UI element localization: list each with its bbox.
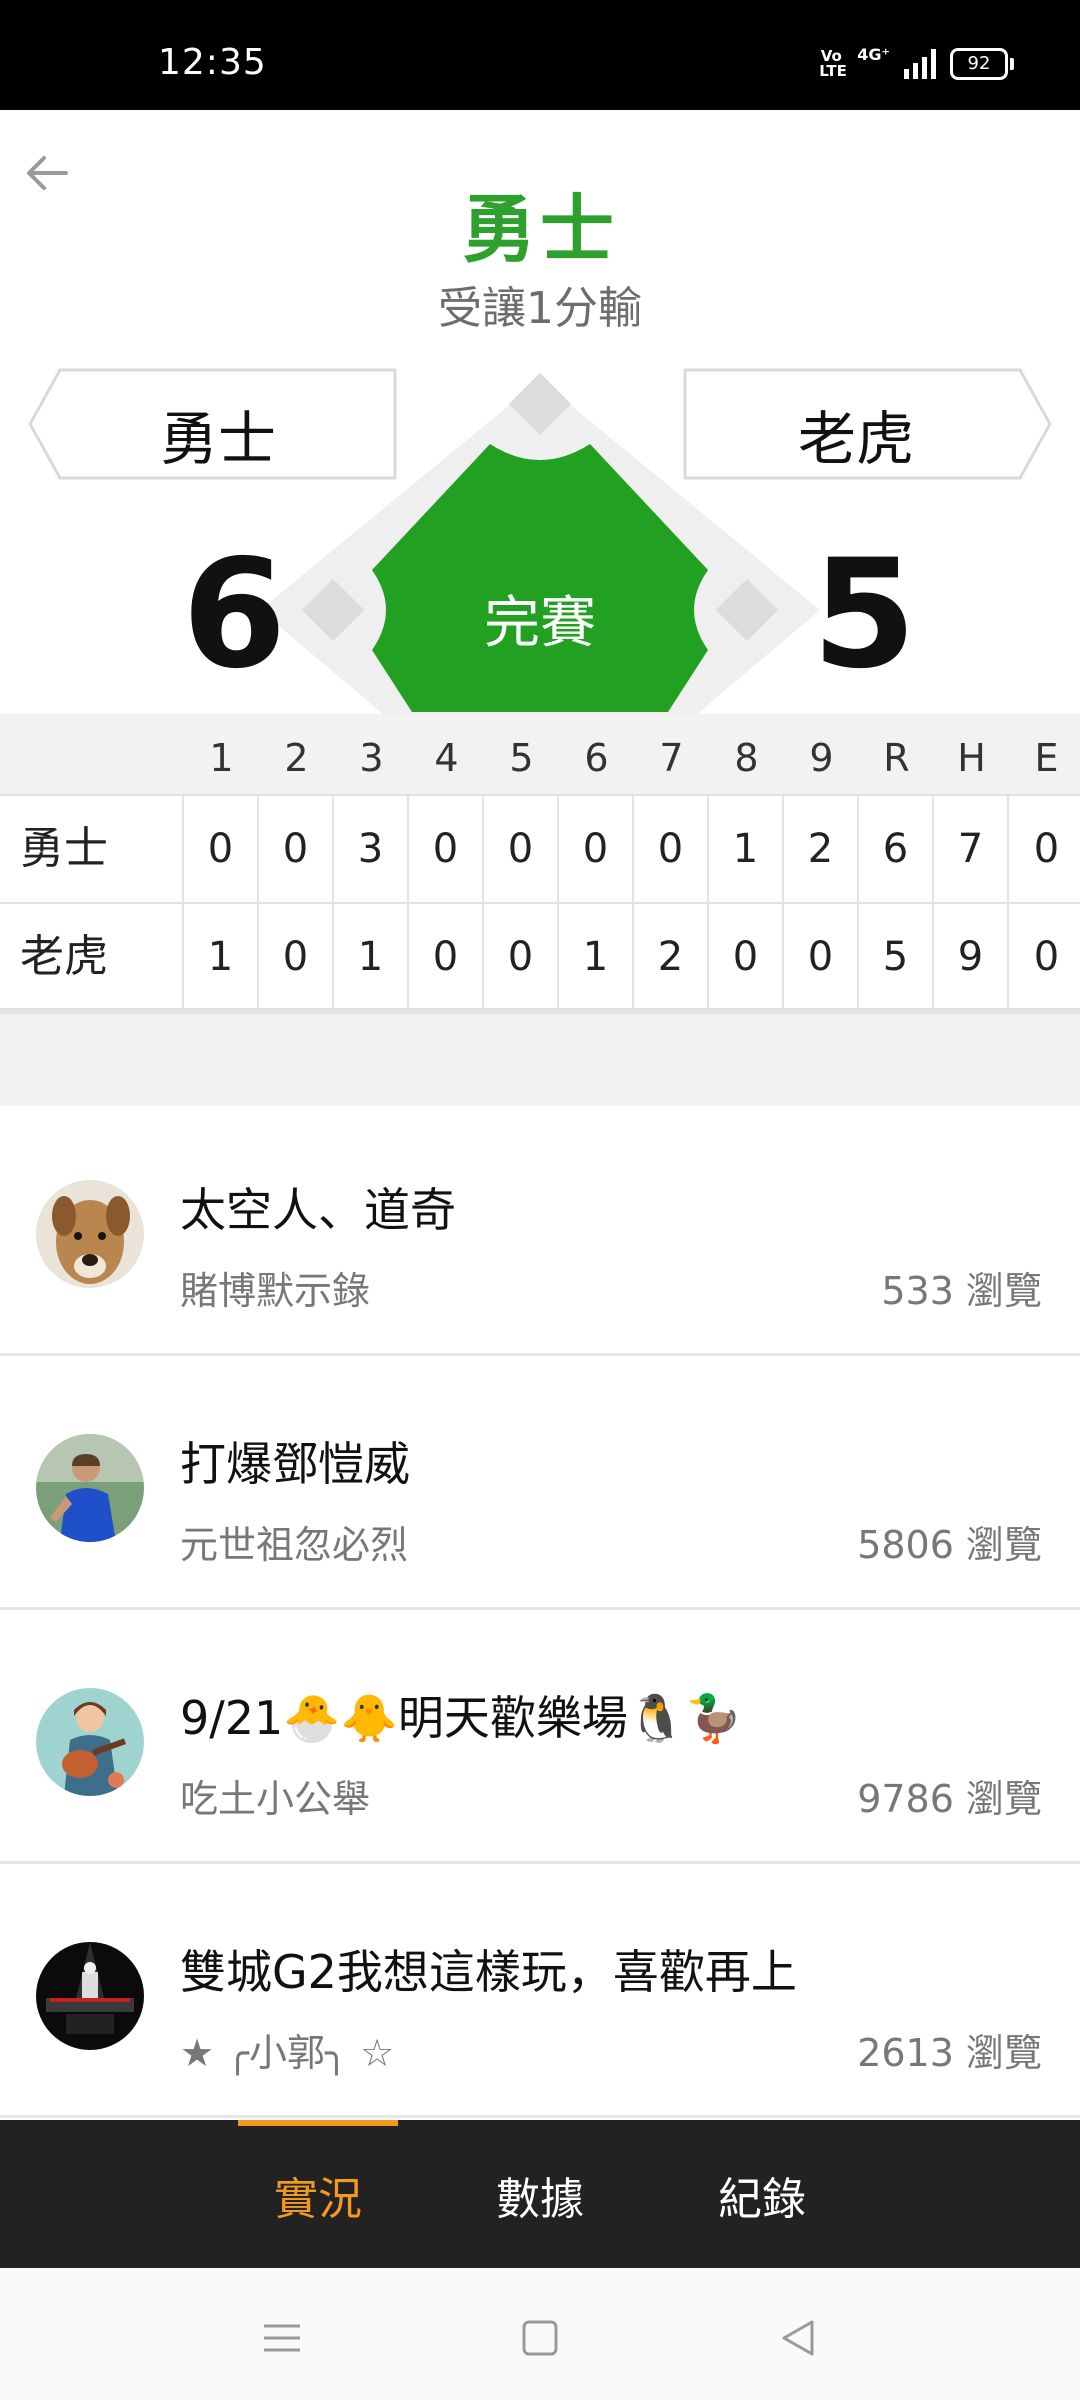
linescore-cell: 0	[709, 904, 784, 1010]
post-item[interactable]: 太空人、道奇 賭博默示錄 533 瀏覽	[0, 1102, 1080, 1356]
soccer-player-avatar	[36, 1434, 144, 1542]
linescore-column-header: R	[883, 736, 910, 780]
post-title: 雙城G2我想這樣玩，喜歡再上	[180, 1945, 797, 1999]
post-item[interactable]: 9/21🐣🐥明天歡樂場🐧🦆 吃土小公舉 9786 瀏覽	[0, 1610, 1080, 1864]
page-subtitle: 受讓1分輸	[438, 283, 642, 334]
post-item[interactable]: 打爆鄧愷威 元世祖忽必烈 5806 瀏覽	[0, 1356, 1080, 1610]
linescore-cell: 7	[934, 796, 1009, 902]
linescore-cell: 9	[934, 904, 1009, 1010]
status-time: 12:35	[158, 42, 267, 83]
linescore-cell: 0	[1033, 934, 1060, 980]
section-separator	[0, 1010, 1080, 1106]
linescore-cell: 1	[184, 904, 259, 1010]
linescore-cell: 1	[334, 904, 409, 1010]
linescore-column-header: 4	[434, 736, 459, 780]
linescore-team: 老虎	[0, 904, 184, 1010]
linescore-column-header: 2	[284, 736, 309, 780]
post-title: 打爆鄧愷威	[180, 1437, 410, 1491]
linescore-cell: 0	[184, 796, 259, 902]
post-author: 賭博默示錄	[180, 1269, 371, 1313]
tab-live[interactable]: 實況	[238, 2120, 398, 2268]
post-author: ★ ╭小郭╮ ☆	[180, 2031, 395, 2075]
linescore-team: 勇士	[0, 796, 184, 902]
battery-icon: 92	[950, 48, 1014, 80]
linescore-cell: 0	[484, 796, 559, 902]
linescore-cell: 0	[259, 904, 334, 1010]
stage-avatar	[36, 1942, 144, 2050]
away-team-name: 老虎	[798, 405, 915, 473]
linescore-row-away: 老虎 101001200590	[0, 904, 1080, 1012]
bottom-tab-bar: 實況 數據 紀錄	[0, 2120, 1080, 2268]
status-bar: 12:35 Vo LTE 4G⁺ 92	[0, 0, 1080, 110]
linescore-column-header: 3	[359, 736, 384, 780]
linescore-column-header: H	[957, 736, 986, 780]
back-triangle-icon[interactable]	[768, 2308, 828, 2368]
linescore-cell: 0	[559, 796, 634, 902]
linescore-cell: 1	[559, 904, 634, 1010]
linescore-cell: 0	[484, 904, 559, 1010]
post-views: 533 瀏覽	[881, 1269, 1042, 1313]
linescore-cell: 0	[1033, 826, 1060, 872]
post-author: 元世祖忽必烈	[180, 1523, 409, 1567]
post-author: 吃土小公舉	[180, 1777, 371, 1821]
linescore-column-header: 5	[509, 736, 534, 780]
home-team-name: 勇士	[160, 405, 277, 473]
linescore-cell: 0	[634, 796, 709, 902]
page-title: 勇士	[462, 187, 618, 273]
linescore-cell: 1	[709, 796, 784, 902]
post-title: 9/21🐣🐥明天歡樂場🐧🦆	[180, 1691, 743, 1745]
tab-stats[interactable]: 數據	[460, 2120, 620, 2268]
post-views: 9786 瀏覽	[857, 1777, 1042, 1821]
away-score: 5	[812, 528, 917, 702]
volte-icon: Vo LTE	[819, 47, 847, 80]
linescore-row-home: 勇士 003000012670	[0, 796, 1080, 904]
post-title: 太空人、道奇	[180, 1183, 456, 1237]
game-status: 完賽	[484, 591, 596, 656]
linescore-cell: 6	[859, 796, 934, 902]
linescore-cell: 0	[784, 904, 859, 1010]
guitar-illustration-avatar	[36, 1688, 144, 1796]
post-views: 5806 瀏覽	[857, 1523, 1042, 1567]
home-score: 6	[182, 528, 287, 702]
linescore-column-header: 1	[209, 736, 234, 780]
system-nav-bar	[0, 2268, 1080, 2400]
network-type: 4G⁺	[857, 44, 890, 64]
linescore-column-header: 7	[659, 736, 684, 780]
linescore-column-header: E	[1034, 736, 1059, 780]
post-views: 2613 瀏覽	[857, 2031, 1042, 2075]
home-square-icon[interactable]	[510, 2308, 570, 2368]
status-icons: Vo LTE 4G⁺ 92	[819, 44, 1014, 80]
post-item[interactable]: 雙城G2我想這樣玩，喜歡再上 ★ ╭小郭╮ ☆ 2613 瀏覽	[0, 1864, 1080, 2118]
linescore-column-header: 9	[809, 736, 834, 780]
linescore-cell: 2	[784, 796, 859, 902]
linescore-cell: 2	[634, 904, 709, 1010]
linescore-column-header: 6	[584, 736, 609, 780]
linescore-cell: 0	[409, 904, 484, 1010]
linescore-column-header: 8	[734, 736, 759, 780]
linescore-header: 1 2 3 4 5 6 7 8 9 R H E	[0, 714, 1080, 794]
linescore-cell: 0	[409, 796, 484, 902]
linescore-cell: 0	[259, 796, 334, 902]
signal-icon	[904, 49, 936, 79]
linescore-cell: 3	[334, 796, 409, 902]
linescore-cell: 5	[859, 904, 934, 1010]
tab-records[interactable]: 紀錄	[682, 2120, 842, 2268]
dog-avatar	[36, 1180, 144, 1288]
menu-icon[interactable]	[252, 2308, 312, 2368]
